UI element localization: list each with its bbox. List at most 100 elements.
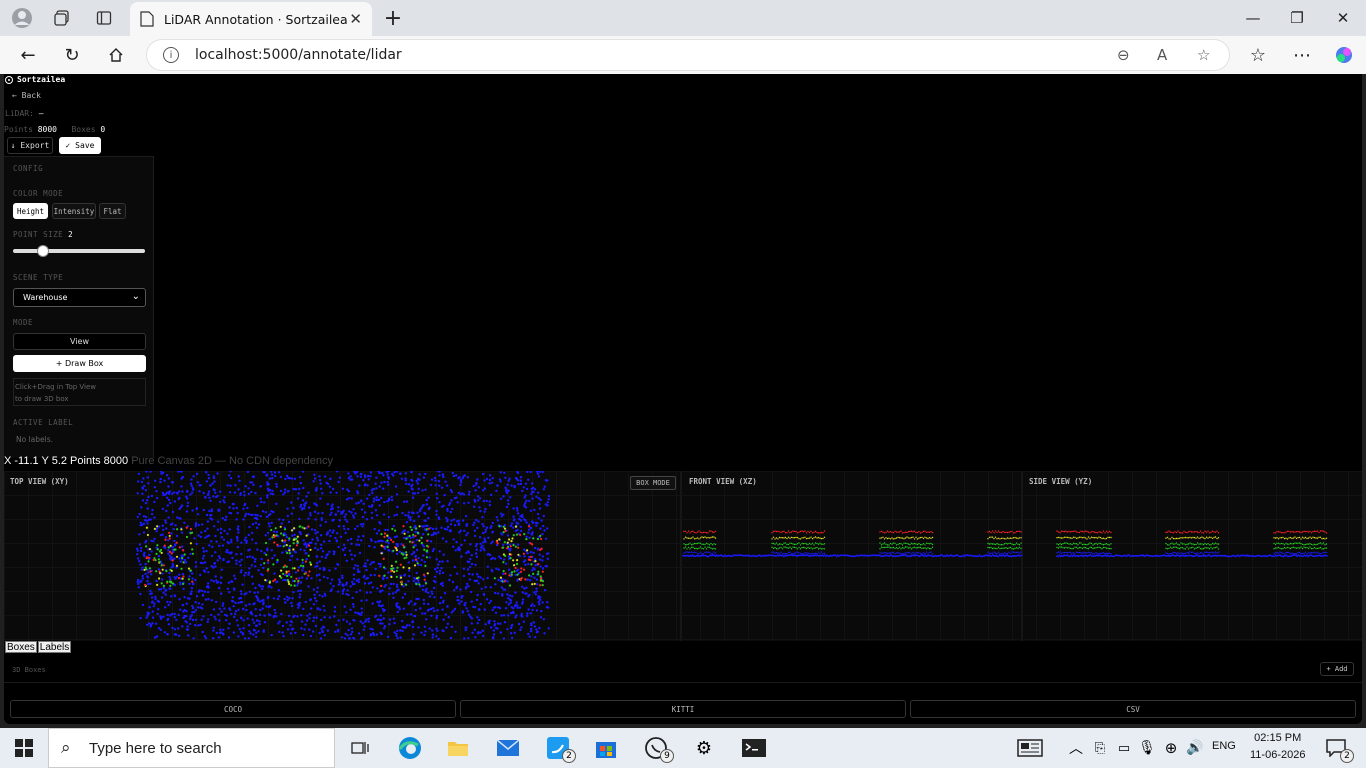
back-link[interactable]: ← Back — [12, 91, 41, 100]
draw-box-button[interactable]: + Draw Box — [13, 355, 146, 372]
box-mode-button[interactable]: BOX MODE — [630, 476, 676, 490]
export-button[interactable]: ↓ Export — [7, 137, 53, 154]
settings-gear-icon[interactable]: ⚙ — [690, 735, 718, 761]
lidar-point — [320, 618, 323, 622]
close-tab-icon[interactable]: ✕ — [349, 10, 362, 28]
lidar-point — [190, 586, 194, 590]
edge-app-icon[interactable] — [396, 735, 424, 761]
url-field[interactable]: i localhost:5000/annotate/lidar ⊖ A ☆ — [146, 39, 1230, 71]
export-coco-button[interactable]: COCO — [10, 700, 456, 718]
lidar-point — [426, 572, 429, 575]
profile-icon[interactable] — [10, 6, 34, 30]
lidar-point — [182, 610, 185, 613]
boxes-list-header: 3D Boxes — [12, 666, 46, 674]
language-indicator[interactable]: ENG — [1212, 740, 1236, 752]
lidar-point — [482, 525, 485, 528]
lidar-point — [532, 551, 535, 554]
reload-icon[interactable]: ↻ — [60, 43, 84, 67]
scene-type-select[interactable]: Warehouse ⌄ — [13, 288, 146, 307]
taskbar-clock[interactable]: 02:15 PM 11-06-2026 — [1250, 730, 1305, 764]
lidar-point — [217, 586, 221, 590]
save-button[interactable]: ✓ Save — [59, 137, 101, 154]
lidar-point — [244, 485, 247, 488]
lidar-point — [150, 539, 153, 542]
lidar-point — [531, 497, 534, 500]
lidar-point — [1216, 546, 1218, 548]
export-kitti-button[interactable]: KITTI — [460, 700, 906, 718]
news-widget-icon[interactable] — [1016, 735, 1044, 761]
twitter-app-icon[interactable]: 2 — [544, 735, 576, 763]
lidar-point — [141, 603, 145, 607]
lidar-point — [221, 604, 224, 607]
lidar-point — [346, 589, 349, 592]
whatsapp-icon[interactable]: 9 — [642, 735, 674, 763]
lidar-point — [189, 493, 192, 496]
lidar-point — [1183, 537, 1185, 539]
volume-icon[interactable]: 🔊 — [1181, 735, 1209, 761]
lidar-point — [879, 531, 881, 533]
lidar-point — [513, 570, 516, 573]
lidar-point — [1310, 552, 1313, 554]
lidar-point — [185, 497, 189, 500]
lidar-point — [529, 627, 533, 630]
lidar-point — [418, 583, 421, 586]
notifications-icon[interactable]: 2 — [1322, 735, 1354, 763]
export-csv-button[interactable]: CSV — [910, 700, 1356, 718]
more-menu-icon[interactable]: ⋯ — [1290, 43, 1314, 67]
lidar-point — [1172, 537, 1175, 540]
lidar-point — [925, 531, 928, 534]
lidar-point — [290, 555, 293, 558]
lidar-point — [799, 552, 802, 555]
lidar-point — [293, 477, 297, 480]
restore-icon[interactable]: ❐ — [1282, 6, 1312, 30]
lidar-point — [1321, 552, 1323, 555]
view-mode-button[interactable]: View — [13, 333, 146, 350]
workspaces-icon[interactable] — [50, 6, 74, 30]
terminal-icon[interactable] — [740, 735, 768, 761]
lidar-point — [714, 543, 717, 546]
color-mode-flat[interactable]: Flat — [99, 203, 126, 219]
views-canvas[interactable] — [4, 469, 1362, 641]
back-arrow-icon[interactable]: ← — [16, 43, 40, 67]
task-view-icon[interactable] — [346, 735, 374, 761]
copilot-icon[interactable] — [1332, 43, 1356, 67]
color-mode-intensity[interactable]: Intensity — [52, 203, 96, 219]
lidar-point — [539, 534, 542, 537]
lidar-point — [1059, 546, 1061, 548]
tab-boxes[interactable]: Boxes — [5, 641, 37, 653]
site-info-icon[interactable]: i — [163, 47, 179, 63]
lidar-point — [298, 577, 301, 580]
lidar-point — [178, 496, 181, 500]
home-icon[interactable] — [104, 43, 128, 67]
store-icon[interactable] — [592, 735, 620, 761]
tab-actions-icon[interactable] — [92, 6, 116, 30]
read-aloud-icon[interactable]: A — [1157, 46, 1167, 64]
add-box-button[interactable]: + Add — [1320, 662, 1354, 676]
lidar-point — [711, 548, 714, 550]
lidar-point — [302, 607, 305, 611]
close-window-icon[interactable]: ✕ — [1328, 6, 1358, 30]
mail-icon[interactable] — [494, 735, 522, 761]
lidar-point — [427, 602, 430, 606]
lidar-point — [141, 577, 144, 580]
minimize-icon[interactable]: — — [1238, 6, 1268, 30]
favorite-star-icon[interactable]: ☆ — [1197, 46, 1210, 64]
tab-labels[interactable]: Labels — [37, 641, 72, 653]
lidar-point — [1189, 536, 1191, 539]
lidar-point — [771, 538, 773, 540]
lidar-point — [931, 536, 934, 539]
lidar-point — [148, 622, 151, 625]
file-explorer-icon[interactable] — [444, 735, 472, 761]
lidar-point — [683, 530, 685, 533]
favorites-icon[interactable]: ☆ — [1246, 43, 1270, 67]
windows-start-icon[interactable] — [10, 735, 38, 761]
new-tab-icon[interactable]: + — [381, 6, 405, 31]
browser-tab-active[interactable]: LiDAR Annotation · Sortzailea ✕ — [130, 2, 372, 36]
lidar-point — [1102, 544, 1105, 546]
lidar-point — [434, 484, 437, 487]
point-size-slider[interactable] — [13, 249, 145, 253]
zoom-icon[interactable]: ⊖ — [1117, 46, 1130, 64]
point-size-slider-thumb[interactable] — [37, 245, 49, 257]
color-mode-height[interactable]: Height — [13, 203, 48, 219]
taskbar-search-input[interactable]: ⌕ Type here to search — [48, 728, 335, 768]
